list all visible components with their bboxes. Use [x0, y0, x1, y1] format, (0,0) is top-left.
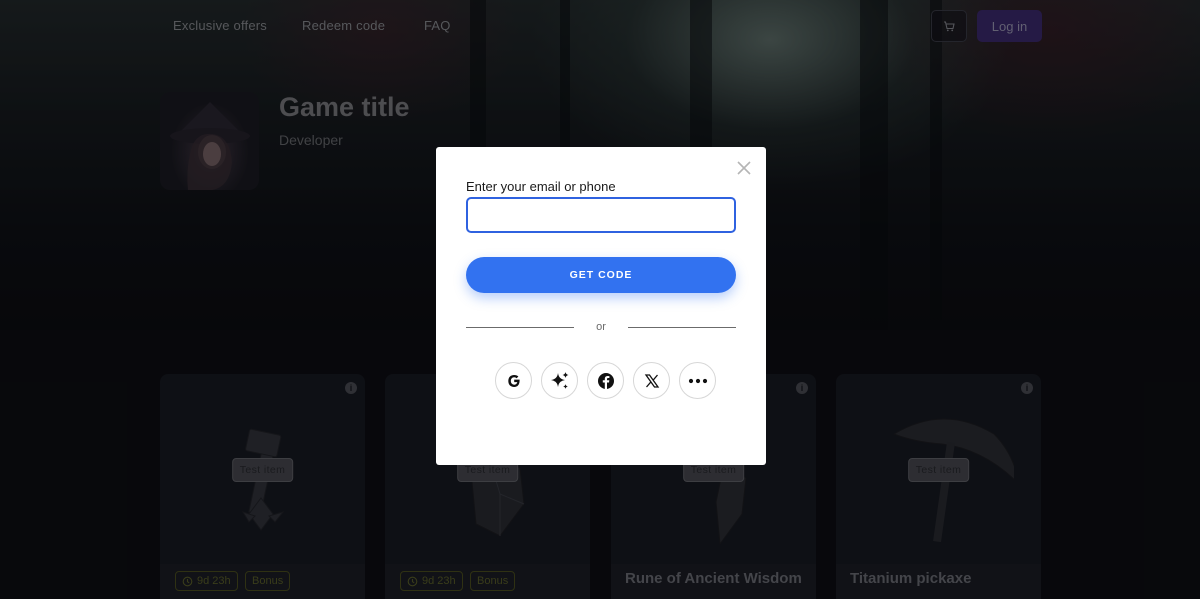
login-modal: Enter your email or phone GET CODE or	[436, 147, 766, 465]
email-label: Enter your email or phone	[466, 179, 616, 194]
close-icon[interactable]	[736, 160, 752, 176]
google-icon	[507, 374, 520, 387]
more-options-button[interactable]	[679, 362, 716, 399]
email-phone-input[interactable]	[466, 197, 736, 233]
facebook-login-button[interactable]	[587, 362, 624, 399]
x-login-button[interactable]	[633, 362, 670, 399]
divider-right	[628, 327, 736, 328]
x-icon	[644, 373, 659, 388]
more-icon	[688, 378, 707, 383]
google-login-button[interactable]	[495, 362, 532, 399]
sparkle-icon	[550, 371, 568, 389]
facebook-icon	[597, 372, 614, 389]
social-login-row	[495, 362, 717, 399]
get-code-button[interactable]: GET CODE	[466, 257, 736, 293]
ai-login-button[interactable]	[541, 362, 578, 399]
